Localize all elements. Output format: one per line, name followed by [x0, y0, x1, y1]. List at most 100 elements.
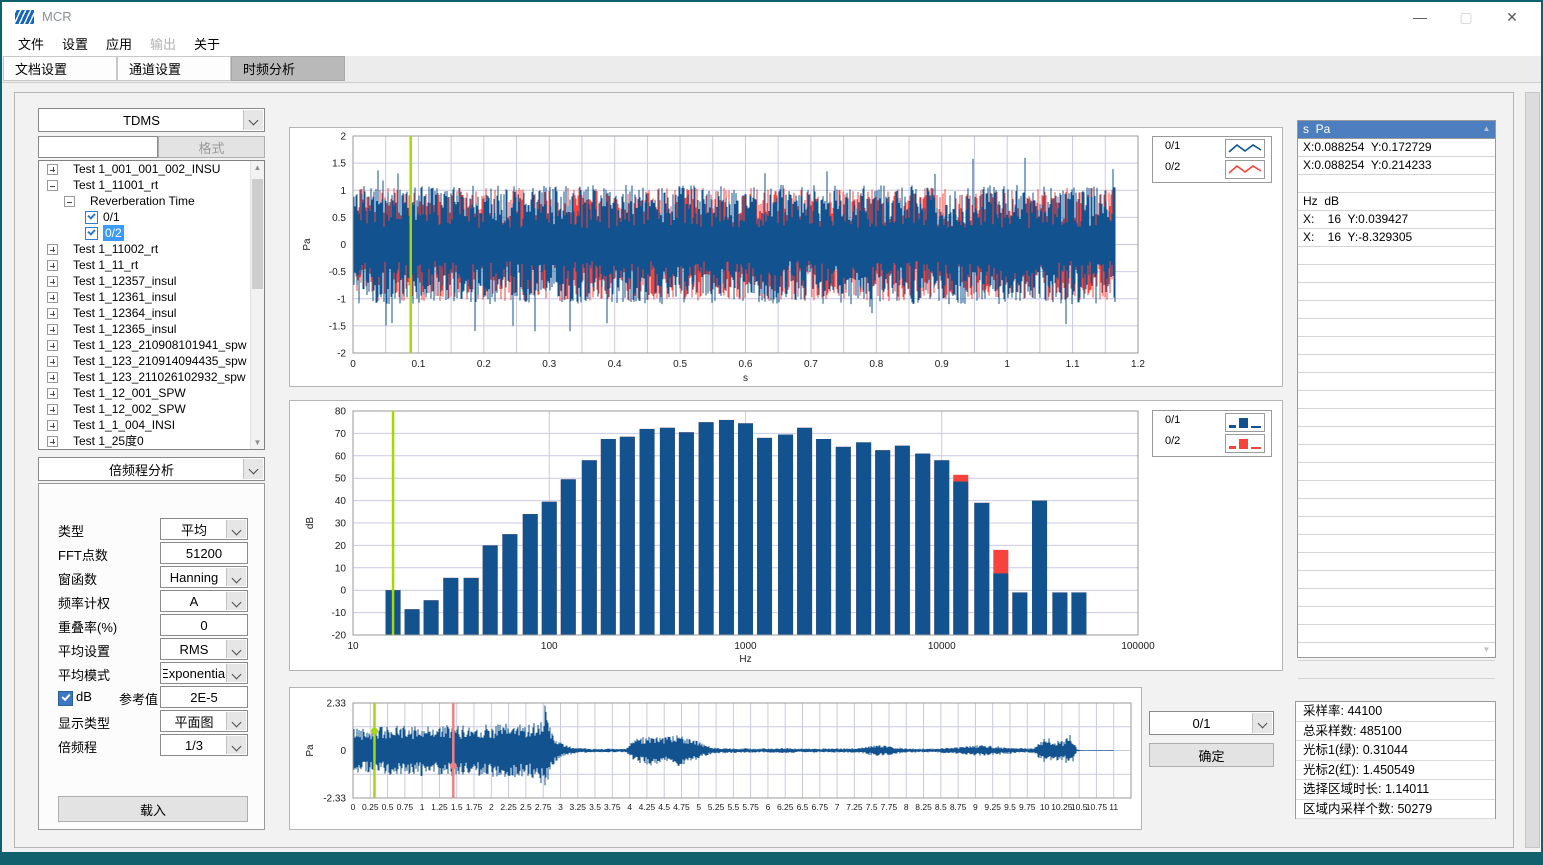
db-checkbox[interactable] — [58, 691, 73, 706]
analysis-type-select[interactable]: 倍频程分析 — [38, 457, 265, 481]
close-button[interactable]: ✕ — [1489, 2, 1535, 32]
tree-scrollbar[interactable]: ▲ ▼ — [250, 161, 264, 449]
tree-item[interactable]: Test 1_12361_insul — [39, 289, 264, 305]
readout-row[interactable] — [1298, 355, 1495, 373]
format-button[interactable]: 格式 — [158, 136, 265, 158]
checkbox-checked-icon[interactable] — [85, 227, 98, 240]
readout-row[interactable]: X: 16 Y:-8.329305 — [1298, 229, 1495, 247]
param-input-1[interactable]: 51200 — [160, 542, 248, 564]
maximize-button[interactable]: ▢ — [1443, 2, 1489, 32]
readout-row[interactable] — [1298, 553, 1495, 571]
readout-row[interactable] — [1298, 427, 1495, 445]
expand-plus-icon[interactable] — [47, 420, 58, 431]
octave-spectrum-chart[interactable]: -20-100102030405060708010100100010000100… — [290, 401, 1282, 670]
tree-item[interactable]: Test 1_12364_insul — [39, 305, 264, 321]
expand-plus-icon[interactable] — [47, 436, 58, 447]
readout-row[interactable] — [1298, 391, 1495, 409]
tab-channel-settings[interactable]: 通道设置 — [117, 56, 231, 81]
menu-item-settings[interactable]: 设置 — [56, 35, 94, 54]
expand-plus-icon[interactable] — [47, 340, 58, 351]
readout-row[interactable]: X:0.088254 Y:0.214233 — [1298, 157, 1495, 175]
readout-row[interactable]: X:0.088254 Y:0.172729 — [1298, 139, 1495, 157]
tree-item[interactable]: Test 1_12_001_SPW — [39, 385, 264, 401]
tree-item[interactable]: Test 1_12365_insul — [39, 321, 264, 337]
tab-time-freq-analysis[interactable]: 时频分析 — [231, 56, 345, 81]
tree-item[interactable]: Test 1_11_rt — [39, 257, 264, 273]
readout-row[interactable] — [1298, 535, 1495, 553]
tab-doc-settings[interactable]: 文档设置 — [3, 56, 117, 81]
tree-item[interactable]: Test 1_001_001_002_INSU — [39, 161, 264, 177]
param-select-9[interactable]: 1/3 — [160, 734, 248, 756]
param-select-2[interactable]: Hanning — [160, 566, 248, 588]
tree-item[interactable]: Test 1_25度0 — [39, 433, 264, 449]
scroll-up-icon[interactable]: ▲ — [1480, 124, 1493, 133]
param-select-6[interactable]: Exponential — [160, 662, 248, 684]
confirm-button[interactable]: 确定 — [1149, 743, 1274, 767]
readout-row[interactable] — [1298, 283, 1495, 301]
readout-row[interactable] — [1298, 517, 1495, 535]
menu-item-output[interactable]: 输出 — [144, 35, 182, 54]
readout-row[interactable] — [1298, 265, 1495, 283]
tree-item[interactable]: Test 1_1_004_INSI — [39, 417, 264, 433]
readout-row[interactable] — [1298, 643, 1495, 661]
format-type-select[interactable]: TDMS — [38, 108, 265, 132]
menu-item-apply[interactable]: 应用 — [100, 35, 138, 54]
expand-plus-icon[interactable] — [47, 164, 58, 175]
menu-item-about[interactable]: 关于 — [188, 35, 226, 54]
minimize-button[interactable]: — — [1397, 2, 1443, 32]
main-vertical-scrollbar[interactable] — [1525, 92, 1540, 848]
readout-row[interactable]: Hz dB — [1298, 193, 1495, 211]
expand-plus-icon[interactable] — [47, 388, 58, 399]
scroll-down-icon[interactable]: ▼ — [251, 438, 264, 447]
cursor-handle[interactable] — [371, 728, 378, 735]
readout-row[interactable] — [1298, 319, 1495, 337]
menu-item-file[interactable]: 文件 — [12, 35, 50, 54]
readout-row[interactable] — [1298, 625, 1495, 643]
expand-plus-icon[interactable] — [47, 292, 58, 303]
tree-item[interactable]: 0/2 — [39, 225, 264, 241]
tree-item[interactable]: Test 1_11002_rt — [39, 241, 264, 257]
tree-item[interactable]: Test 1_11001_rt — [39, 177, 264, 193]
expand-plus-icon[interactable] — [47, 308, 58, 319]
tree-item[interactable]: Reverberation Time — [39, 193, 264, 209]
readout-header[interactable]: s Pa — [1298, 121, 1495, 139]
tree-item[interactable]: 0/1 — [39, 209, 264, 225]
readout-row[interactable]: X: 16 Y:0.039427 — [1298, 211, 1495, 229]
load-button[interactable]: 载入 — [58, 796, 248, 822]
expand-plus-icon[interactable] — [47, 404, 58, 415]
collapse-minus-icon[interactable] — [64, 196, 75, 207]
readout-row[interactable] — [1298, 247, 1495, 265]
readout-row[interactable] — [1298, 499, 1495, 517]
collapse-minus-icon[interactable] — [47, 180, 58, 191]
param-select-0[interactable]: 平均 — [160, 518, 248, 540]
tree-item[interactable]: Test 1_12_002_SPW — [39, 401, 264, 417]
tree-item[interactable]: Test 1_123_211026102932_spw — [39, 369, 264, 385]
reference-value-input[interactable]: 2E-5 — [160, 686, 248, 708]
readout-row[interactable] — [1298, 463, 1495, 481]
param-select-3[interactable]: A — [160, 590, 248, 612]
tree-item[interactable]: Test 1_123_210914094435_spw — [39, 353, 264, 369]
tree-item[interactable]: Test 1_123_210908101941_spw — [39, 337, 264, 353]
expand-plus-icon[interactable] — [47, 244, 58, 255]
checkbox-checked-icon[interactable] — [85, 211, 98, 224]
expand-plus-icon[interactable] — [47, 356, 58, 367]
expand-plus-icon[interactable] — [47, 260, 58, 271]
cursor-handle[interactable] — [450, 762, 457, 769]
readout-row[interactable] — [1298, 337, 1495, 355]
scroll-down-icon[interactable]: ▼ — [1480, 645, 1493, 654]
param-select-5[interactable]: RMS — [160, 638, 248, 660]
expand-plus-icon[interactable] — [47, 372, 58, 383]
readout-row[interactable] — [1298, 301, 1495, 319]
scroll-up-icon[interactable]: ▲ — [251, 163, 264, 172]
filter-input[interactable] — [38, 136, 158, 158]
param-select-8[interactable]: 平面图 — [160, 710, 248, 732]
expand-plus-icon[interactable] — [47, 324, 58, 335]
readout-row[interactable] — [1298, 661, 1495, 679]
channel-select[interactable]: 0/1 — [1149, 711, 1274, 735]
readout-row[interactable] — [1298, 481, 1495, 499]
readout-row[interactable] — [1298, 589, 1495, 607]
expand-plus-icon[interactable] — [47, 276, 58, 287]
readout-row[interactable] — [1298, 409, 1495, 427]
readout-row[interactable] — [1298, 571, 1495, 589]
tree-scrollbar-thumb[interactable] — [252, 179, 263, 289]
